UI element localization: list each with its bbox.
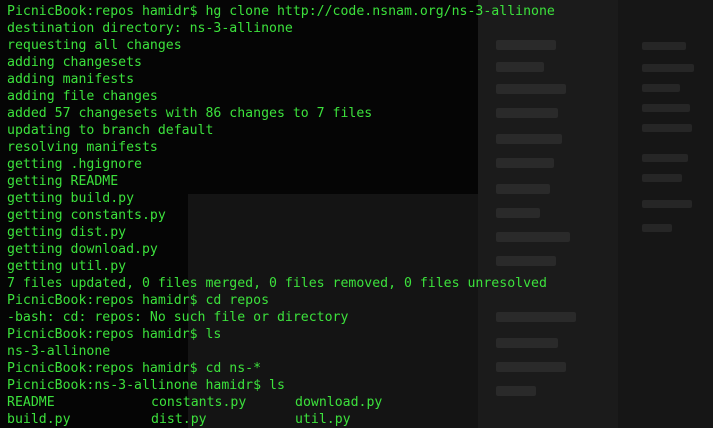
terminal-line: getting constants.py (7, 208, 166, 223)
terminal-line: adding manifests (7, 72, 135, 87)
ls-entry: util.py (295, 412, 351, 427)
terminal-output: PicnicBook:repos hamidr$ hg clone http:/… (0, 0, 713, 428)
terminal-line: destination directory: ns-3-allinone (7, 21, 293, 36)
terminal-line: getting util.py (7, 259, 127, 274)
terminal-line: PicnicBook:repos hamidr$ ls (7, 327, 222, 342)
terminal-line: getting .hgignore (7, 157, 142, 172)
terminal-line: getting dist.py (7, 225, 127, 240)
terminal-line: PicnicBook:repos hamidr$ hg clone http:/… (7, 4, 555, 19)
ls-entry: dist.py (151, 412, 207, 427)
terminal-line: adding file changes (7, 89, 158, 104)
terminal-line: 7 files updated, 0 files merged, 0 files… (7, 276, 547, 291)
terminal-line: -bash: cd: repos: No such file or direct… (7, 310, 349, 325)
terminal-line: adding changesets (7, 55, 142, 70)
ls-entry: README (7, 395, 55, 410)
ls-entry: download.py (295, 395, 383, 410)
terminal-line: updating to branch default (7, 123, 214, 138)
terminal-line: getting download.py (7, 242, 158, 257)
terminal-line: added 57 changesets with 86 changes to 7… (7, 106, 373, 121)
terminal-line: PicnicBook:repos hamidr$ cd ns-* (7, 361, 262, 376)
ls-output-row: README constants.py download.py (7, 394, 713, 411)
terminal-line: getting README (7, 174, 119, 189)
terminal-line: PicnicBook:repos hamidr$ cd repos (7, 293, 270, 308)
terminal-line: requesting all changes (7, 38, 182, 53)
terminal-line: PicnicBook:ns-3-allinone hamidr$ ls (7, 378, 285, 393)
ls-entry: build.py (7, 412, 71, 427)
terminal-line: getting build.py (7, 191, 135, 206)
ls-output-row: build.py dist.py util.py (7, 411, 713, 428)
ls-entry: constants.py (151, 395, 247, 410)
terminal-line: resolving manifests (7, 140, 158, 155)
terminal-line: ns-3-allinone (7, 344, 111, 359)
